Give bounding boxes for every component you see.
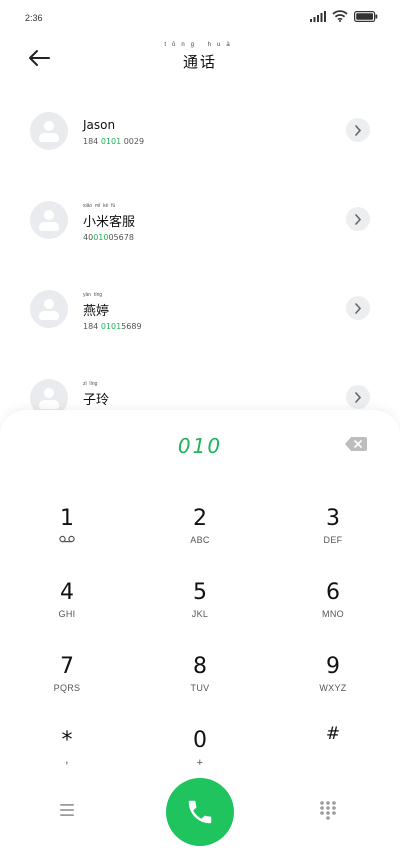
wifi-icon [332,10,348,22]
key-digit: 0 [193,728,207,753]
contact-row[interactable]: yàn tíng 燕婷 184 01015689 [0,262,400,351]
key-8[interactable]: 8 TUV [145,654,255,714]
key-7[interactable]: 7 PQRS [12,654,122,714]
key-letters: MNO [322,609,344,619]
voicemail-icon [59,535,75,543]
contact-pinyin: yàn tíng [83,292,103,298]
contact-info: Jason 184 0101 0029 [83,110,144,146]
contact-number: 184 0101 0029 [83,137,145,146]
status-icons [310,10,378,22]
key-digit: 9 [326,654,340,679]
chevron-right-icon [355,124,362,136]
matched-digits: 010 [93,233,109,242]
contact-detail-button[interactable] [346,385,370,409]
contact-row[interactable]: Jason 184 0101 0029 [0,84,400,173]
key-digit: 6 [326,580,340,605]
status-bar: 2:36 [0,0,400,34]
page-title: 通话 [182,53,217,71]
menu-button[interactable] [58,802,82,822]
key-2[interactable]: 2 ABC [145,506,255,566]
contact-list: Jason 184 0101 0029 xiǎo mǐ kè fú 小米客服 4… [0,84,400,440]
contact-number: 4001005678 [83,233,134,242]
key-digit: 1 [60,506,74,531]
contact-pinyin: xiǎo mǐ kè fú [83,203,116,209]
key-star[interactable]: * , [12,728,122,788]
key-letters: GHI [58,609,76,619]
key-digit: 2 [193,506,207,531]
key-letters: JKL [191,609,209,619]
menu-icon [60,804,74,816]
key-3[interactable]: 3 DEF [278,506,388,566]
voicemail-label [12,535,122,545]
key-6[interactable]: 6 MNO [278,580,388,640]
key-letters: PQRS [53,683,81,693]
battery-icon [354,10,378,22]
matched-digits: 0101 [100,137,122,146]
phone-icon [188,800,212,824]
key-digit: 5 [193,580,207,605]
contact-pinyin: zǐ líng [83,381,98,387]
key-letters: ABC [190,535,210,545]
key-hash[interactable]: # [278,724,388,784]
contact-name: 子玲 [83,393,110,408]
contact-info: yàn tíng 燕婷 184 01015689 [83,292,142,331]
call-button[interactable] [166,778,234,846]
key-letters: , [65,752,69,766]
keypad-icon [320,801,336,820]
key-digit: # [325,724,341,744]
contact-name: Jason [83,118,116,132]
dialed-number: 010 [177,434,223,458]
key-9[interactable]: 9 WXYZ [278,654,388,714]
contact-number: 184 01015689 [83,322,142,331]
contact-detail-button[interactable] [346,118,370,142]
backspace-icon [345,437,367,451]
chevron-right-icon [355,213,362,225]
key-1[interactable]: 1 [12,506,122,566]
key-letters: WXYZ [319,683,347,693]
page-title-wrap: tōng huà 通话 [0,42,400,72]
key-4[interactable]: 4 GHI [12,580,122,640]
key-5[interactable]: 5 JKL [145,580,255,640]
contact-info: xiǎo mǐ kè fú 小米客服 4001005678 [83,203,135,242]
key-digit: 3 [326,506,340,531]
chevron-right-icon [355,302,362,314]
page-title-pinyin: tōng huà [164,42,236,48]
chevron-right-icon [355,391,362,403]
contact-name: 燕婷 [83,304,110,319]
header: tōng huà 通话 [0,34,400,84]
contact-name: 小米客服 [83,215,136,230]
matched-digits: 0101 [100,322,122,331]
key-digit: 8 [193,654,207,679]
status-time: 2:36 [25,13,43,23]
keypad-toggle-button[interactable] [319,800,339,822]
key-digit: 7 [60,654,74,679]
key-letters: TUV [190,683,210,693]
key-letters: DEF [323,535,343,545]
contact-detail-button[interactable] [346,207,370,231]
avatar [30,201,68,239]
key-letters: + [196,757,204,769]
key-digit: 4 [60,580,74,605]
signal-icon [310,10,326,22]
contact-row[interactable]: xiǎo mǐ kè fú 小米客服 4001005678 [0,173,400,262]
contact-detail-button[interactable] [346,296,370,320]
avatar [30,112,68,150]
avatar [30,290,68,328]
backspace-button[interactable] [345,436,367,451]
